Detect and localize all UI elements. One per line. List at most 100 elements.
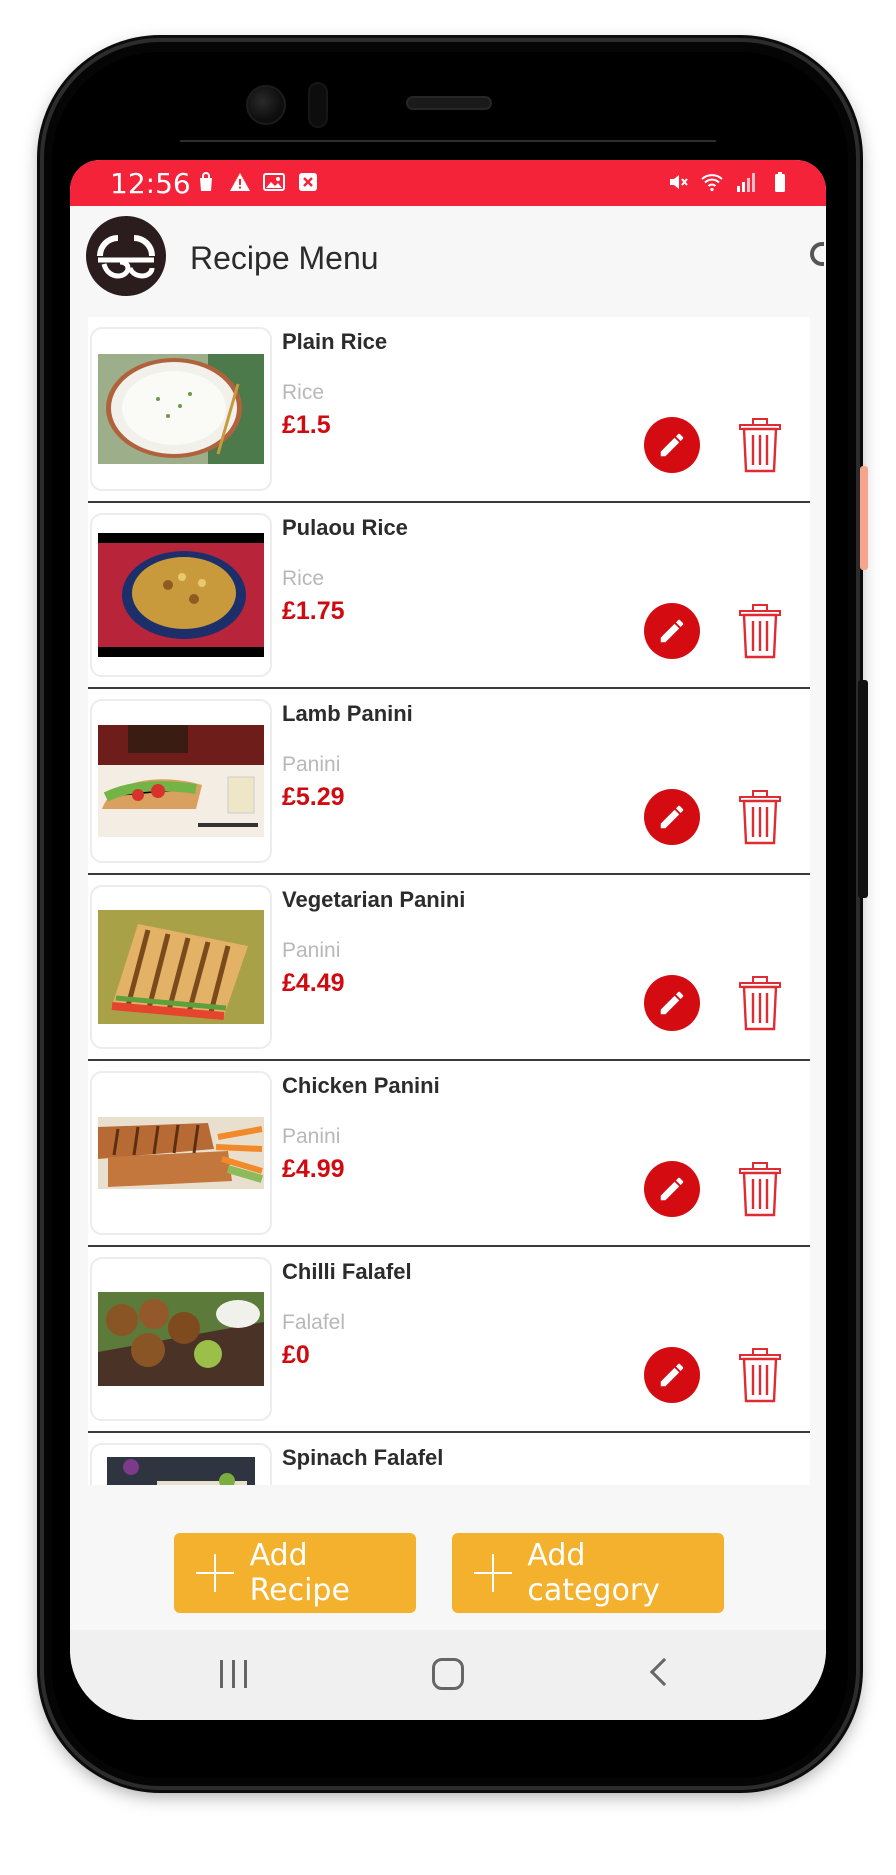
recipe-category: Falafel <box>282 1311 346 1334</box>
recipe-row[interactable]: Chicken Panini Panini £4.99 <box>88 1061 810 1247</box>
pencil-icon <box>660 619 684 643</box>
edit-button[interactable] <box>644 975 700 1031</box>
recipe-category: Panini <box>282 939 341 962</box>
plain-rice-photo <box>98 354 264 464</box>
add-category-label: Add category <box>527 1538 660 1608</box>
front-camera <box>246 85 286 125</box>
edit-button[interactable] <box>644 603 700 659</box>
add-recipe-label: Add Recipe <box>249 1538 350 1608</box>
pencil-icon <box>660 991 684 1015</box>
action-bar: Add Recipe Add category <box>70 1485 826 1630</box>
battery-icon <box>775 172 785 192</box>
pencil-icon <box>660 433 684 457</box>
notification-icons <box>194 170 320 194</box>
pencil-icon <box>660 1177 684 1201</box>
recipe-image <box>90 699 272 863</box>
page-title: Recipe Menu <box>190 240 379 276</box>
phone-screen: 12:56 Recipe Menu Plain Rice Rice £1.5 P… <box>70 160 826 1720</box>
app-logo <box>86 216 166 296</box>
search-icon[interactable] <box>810 242 824 266</box>
spinach-falafel-photo <box>107 1457 255 1485</box>
recipe-price: £4.49 <box>282 969 345 997</box>
recipe-row[interactable]: Chilli Falafel Falafel £0 <box>88 1247 810 1433</box>
recipe-row[interactable]: Plain Rice Rice £1.5 <box>88 317 810 503</box>
recipe-name: Vegetarian Panini <box>282 887 466 912</box>
delete-button[interactable] <box>736 1159 784 1219</box>
add-recipe-button[interactable]: Add Recipe <box>174 1533 416 1613</box>
pulaou-rice-photo <box>98 533 264 657</box>
chicken-panini-photo <box>98 1117 264 1189</box>
earpiece-speaker <box>406 96 492 110</box>
mute-icon <box>670 175 688 189</box>
recipe-price: £1.5 <box>282 411 331 439</box>
recipe-row[interactable]: Vegetarian Panini Panini £4.49 <box>88 875 810 1061</box>
plus-icon <box>196 1554 234 1592</box>
recipe-image <box>90 885 272 1049</box>
recipe-image <box>90 1443 272 1485</box>
volume-button <box>860 466 868 570</box>
recipe-name: Lamb Panini <box>282 701 413 726</box>
trash-icon <box>739 976 781 1031</box>
trash-icon <box>739 790 781 845</box>
navigation-bar <box>70 1630 826 1720</box>
recipe-name: Pulaou Rice <box>282 515 408 540</box>
back-icon[interactable] <box>649 1657 679 1687</box>
edit-button[interactable] <box>644 417 700 473</box>
delete-button[interactable] <box>736 787 784 847</box>
recipe-row[interactable]: Lamb Panini Panini £5.29 <box>88 689 810 875</box>
edit-button[interactable] <box>644 1347 700 1403</box>
recipe-name: Chicken Panini <box>282 1073 440 1098</box>
delete-button[interactable] <box>736 1345 784 1405</box>
logo-mark-icon <box>97 235 155 279</box>
recipe-row[interactable]: Spinach Falafel <box>88 1433 810 1485</box>
recipe-image <box>90 1257 272 1421</box>
recipe-image <box>90 513 272 677</box>
add-category-button[interactable]: Add category <box>452 1533 724 1613</box>
delete-button[interactable] <box>736 973 784 1033</box>
edit-button[interactable] <box>644 1161 700 1217</box>
trash-icon <box>739 604 781 659</box>
recipe-category: Rice <box>282 567 325 590</box>
delete-button[interactable] <box>736 415 784 475</box>
recipe-image <box>90 327 272 491</box>
recipe-category: Rice <box>282 381 325 404</box>
bag-icon <box>200 172 212 191</box>
recipe-name: Plain Rice <box>282 329 388 354</box>
recipe-list[interactable]: Plain Rice Rice £1.5 Pulaou Rice Rice £1… <box>88 317 810 1485</box>
recipe-price: £0 <box>282 1341 310 1369</box>
edit-button[interactable] <box>644 789 700 845</box>
trash-icon <box>739 418 781 473</box>
system-icons <box>666 170 792 194</box>
recipe-name: Spinach Falafel <box>282 1445 444 1470</box>
delete-button[interactable] <box>736 601 784 661</box>
signal-icon <box>737 173 755 192</box>
recipe-category: Panini <box>282 753 341 776</box>
proximity-sensor <box>308 82 328 128</box>
power-button <box>858 680 868 898</box>
status-time: 12:56 <box>110 167 191 200</box>
recent-apps-icon[interactable] <box>220 1660 247 1688</box>
wifi-icon <box>701 174 723 192</box>
vegetarian-panini-photo <box>98 910 264 1024</box>
trash-icon <box>739 1162 781 1217</box>
home-icon[interactable] <box>432 1658 464 1690</box>
recipe-price: £1.75 <box>282 597 345 625</box>
trash-icon <box>739 1348 781 1403</box>
status-bar: 12:56 <box>70 160 826 206</box>
recipe-image <box>90 1071 272 1235</box>
chilli-falafel-photo <box>98 1292 264 1386</box>
image-icon <box>263 173 285 191</box>
recipe-category: Panini <box>282 1125 341 1148</box>
app-header: Recipe Menu <box>70 206 826 316</box>
pencil-icon <box>660 805 684 829</box>
recipe-row[interactable]: Pulaou Rice Rice £1.75 <box>88 503 810 689</box>
lamb-panini-photo <box>98 725 264 837</box>
warning-icon <box>230 173 250 191</box>
recipe-price: £5.29 <box>282 783 345 811</box>
pencil-icon <box>660 1363 684 1387</box>
recipe-price: £4.99 <box>282 1155 345 1183</box>
close-box-icon <box>299 173 317 191</box>
glass-edge <box>180 140 716 142</box>
plus-icon <box>474 1554 513 1592</box>
recipe-name: Chilli Falafel <box>282 1259 412 1284</box>
